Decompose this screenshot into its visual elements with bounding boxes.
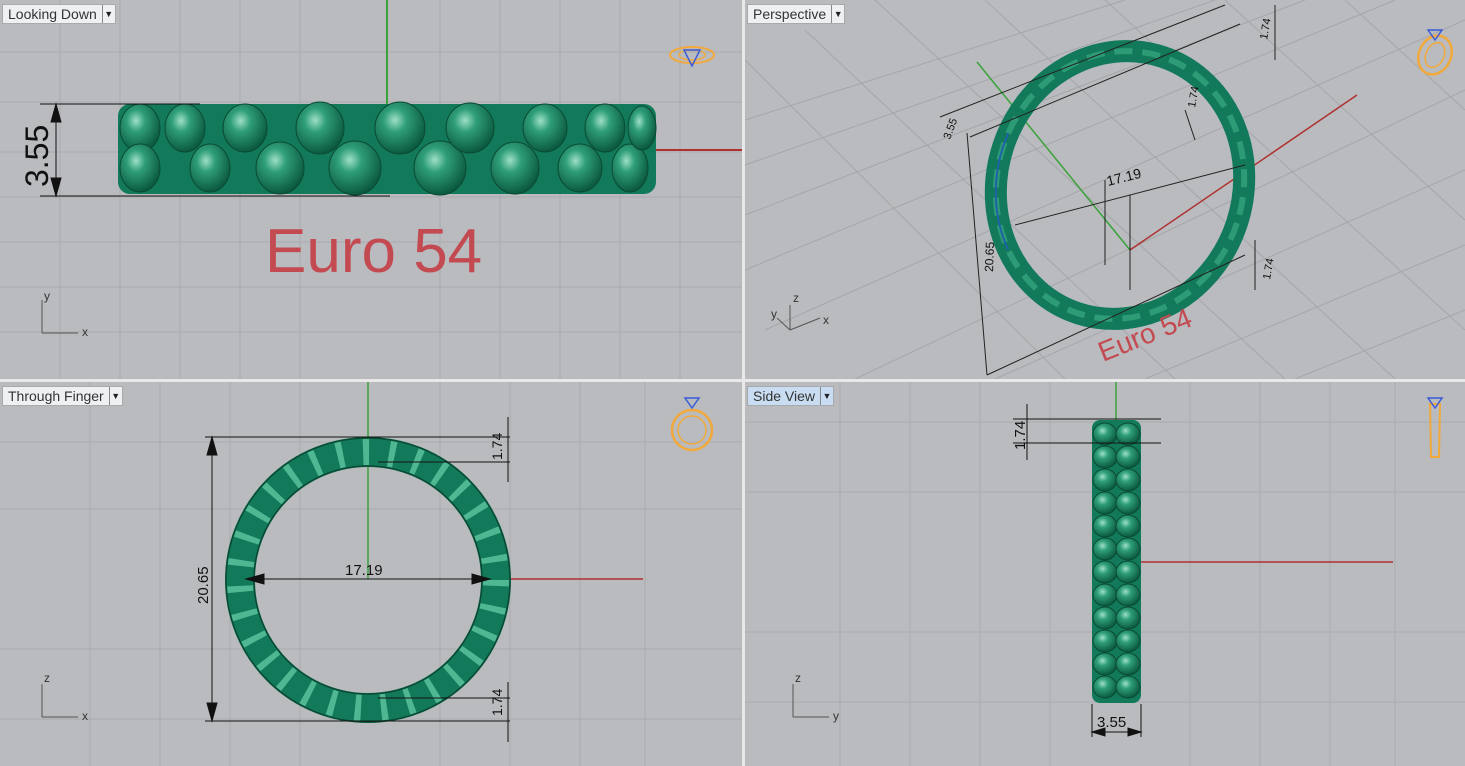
chevron-down-icon[interactable]: ▼	[831, 5, 844, 23]
dim-bottom-label-front: 1.74	[489, 689, 505, 716]
viewport-tab-right[interactable]: Side View ▼	[747, 386, 835, 406]
dim-diameter-label: 17.19	[1105, 165, 1143, 189]
axis-triad-right	[792, 684, 829, 718]
viewport-right-canvas[interactable]: 1.74 3.55 z y	[745, 382, 1465, 766]
chevron-down-icon[interactable]: ▼	[108, 387, 122, 405]
viewport-top[interactable]: 3.55 Euro 54 y x Looking Down ▼	[0, 0, 742, 379]
ring-band-top	[118, 101, 657, 196]
axis-label-y: y	[44, 289, 50, 303]
dim-width-label-right: 3.55	[1097, 714, 1126, 731]
axis-label-z-right: z	[795, 671, 801, 685]
viewport-front-canvas[interactable]: 20.65 17.19 1.74 1.74 z x	[0, 382, 742, 766]
dim-top-label-front: 1.74	[489, 433, 505, 460]
viewport-tab-right-label: Side View	[753, 388, 816, 404]
viewport-perspective-canvas[interactable]: 17.19 20.65 1.74 1.74 1.74 3.55 Euro 54 …	[745, 0, 1465, 379]
ring-side-view-icon[interactable]	[1426, 397, 1444, 458]
chevron-down-icon[interactable]: ▼	[820, 387, 833, 405]
axis-label-x: x	[82, 325, 88, 339]
ring-perspective-view-icon[interactable]	[1412, 29, 1458, 80]
dim-outer-label-front: 20.65	[195, 566, 212, 604]
axis-triad-front	[41, 684, 78, 718]
ring-size-label: Euro 54	[265, 217, 482, 286]
dim-small-c-label: 1.74	[1261, 257, 1277, 280]
viewport-front[interactable]: 20.65 17.19 1.74 1.74 z x Through Finger…	[0, 382, 742, 766]
axis-label-x-persp: x	[823, 313, 829, 327]
viewport-tab-top-label: Looking Down	[8, 6, 97, 22]
viewport-tab-front-label: Through Finger	[8, 388, 104, 404]
axis-label-z-persp: z	[793, 291, 799, 305]
axis-label-y-persp: y	[771, 307, 777, 321]
axis-label-x-front: x	[82, 709, 88, 723]
viewport-tab-top[interactable]: Looking Down ▼	[2, 4, 116, 24]
dim-outer-label: 20.65	[982, 241, 997, 272]
dim-height-label: 3.55	[19, 125, 55, 187]
dim-small-b-label: 1.74	[1186, 85, 1202, 108]
ring-side-profile	[1092, 420, 1141, 703]
dim-top-label-right: 1.74	[1012, 421, 1029, 450]
viewport-right[interactable]: 1.74 3.55 z y Side View ▼	[745, 382, 1465, 766]
axis-label-z-front: z	[44, 671, 50, 685]
viewport-divider-horizontal[interactable]	[0, 379, 1465, 382]
viewport-top-canvas[interactable]: 3.55 Euro 54 y x	[0, 0, 742, 379]
dim-inner-label-front: 17.19	[345, 562, 383, 579]
viewport-tab-front[interactable]: Through Finger ▼	[2, 386, 123, 406]
dim-small-a-label: 1.74	[1258, 17, 1274, 40]
viewport-divider-vertical[interactable]	[742, 0, 745, 766]
chevron-down-icon[interactable]: ▼	[101, 5, 115, 23]
axis-label-y-right: y	[833, 709, 839, 723]
dim-small-d-label: 3.55	[942, 117, 961, 141]
ring-top-view-icon[interactable]	[669, 46, 715, 68]
viewport-perspective[interactable]: 17.19 20.65 1.74 1.74 1.74 3.55 Euro 54 …	[745, 0, 1465, 379]
viewport-tab-perspective-label: Perspective	[753, 6, 827, 22]
viewport-tab-perspective[interactable]: Perspective ▼	[747, 4, 846, 24]
